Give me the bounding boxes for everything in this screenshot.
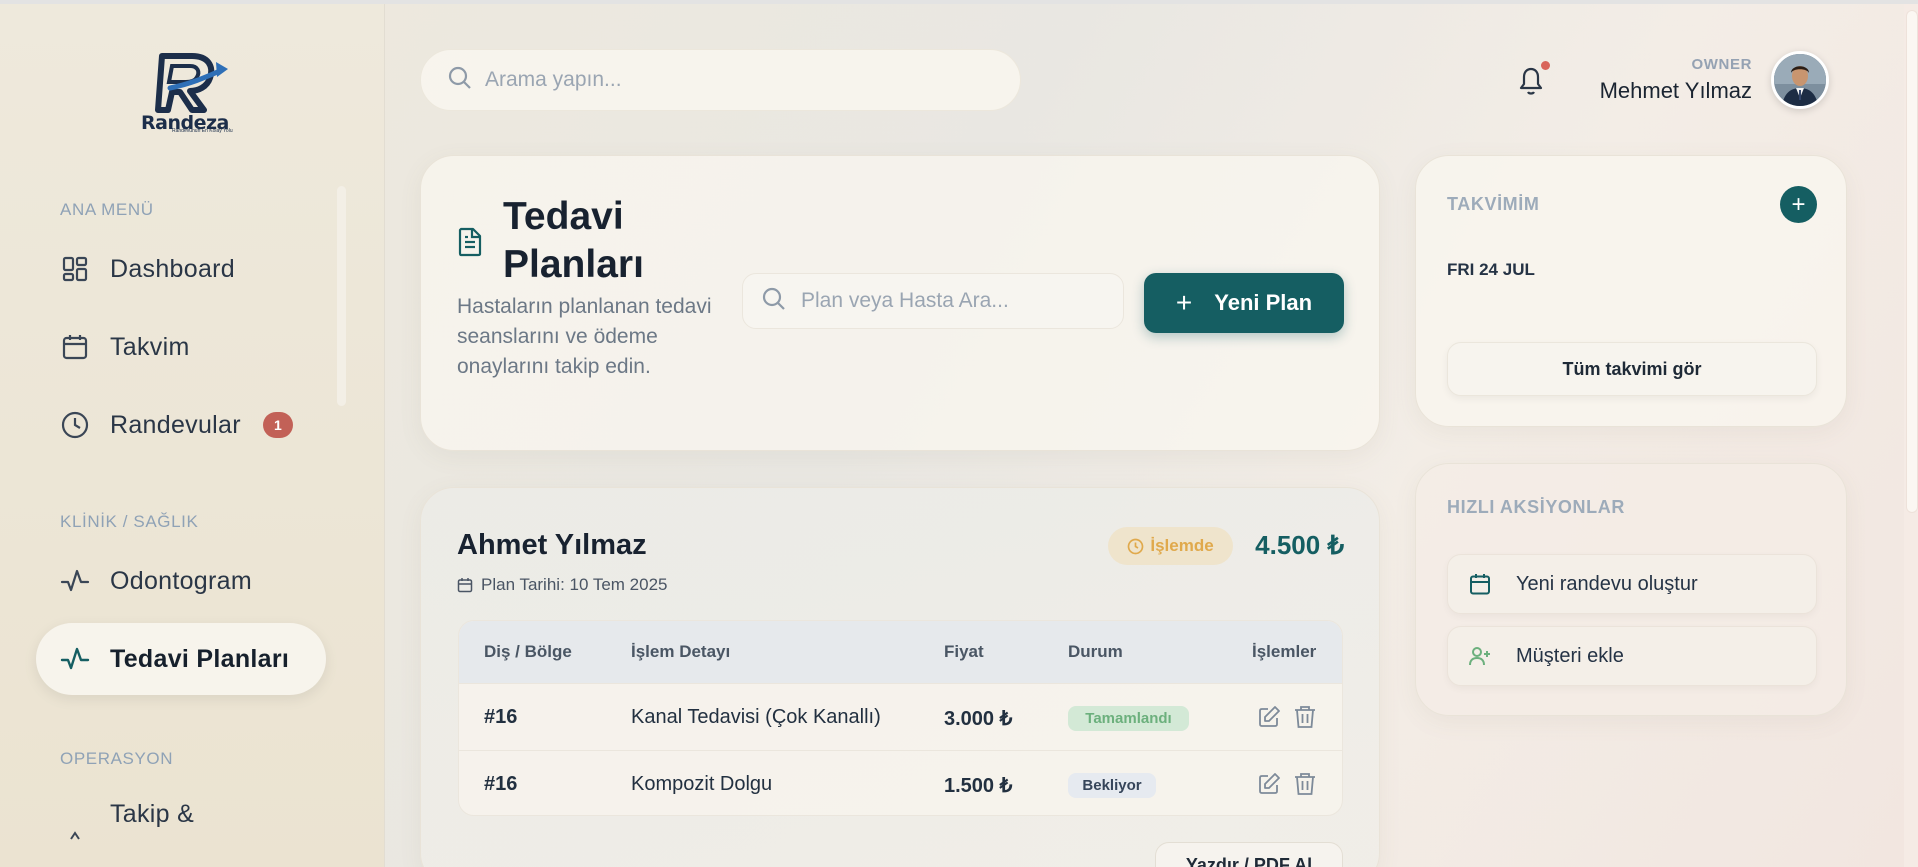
clock-icon [60,410,90,440]
cell-detail: Kanal Tedavisi (Çok Kanallı) [631,706,881,728]
section-label-operations: OPERASYON [60,749,174,768]
status-badge: Tamamlandı [1068,706,1189,731]
appointments-count-badge: 1 [262,412,293,438]
cell-detail: Kompozit Dolgu [631,773,773,795]
section-label-main: ANA MENÜ [60,200,154,219]
notification-dot [1541,61,1550,70]
clock-icon [1127,538,1144,554]
search-icon [761,286,787,317]
calendar-icon [457,578,473,593]
edit-icon[interactable] [1256,771,1282,797]
user-role: OWNER [1691,56,1752,73]
dashboard-icon [60,254,90,284]
new-plan-button[interactable]: + Yeni Plan [1144,273,1344,333]
add-event-button[interactable]: + [1780,186,1817,223]
new-plan-label: Yeni Plan [1214,290,1313,315]
calendar-date: FRI 24 JUL [1447,260,1535,279]
plan-status-badge: İşlemde [1108,527,1233,565]
cell-price: 1.500 ₺ [944,775,1013,797]
sidebar-item-takip[interactable]: Takip & [36,785,326,857]
print-pdf-button[interactable]: Yazdır / PDF Al [1155,842,1343,867]
view-full-calendar-button[interactable]: Tüm takvimi gör [1447,342,1817,396]
table-header: Diş / Bölge İşlem Detayı Fiyat Durum İşl… [459,621,1342,683]
plan-search-input[interactable] [801,289,1123,313]
sidebar-item-label: Odontogram [110,566,252,595]
column-header-tooth: Diş / Bölge [484,642,572,661]
sidebar-item-odontogram[interactable]: Odontogram [36,545,326,617]
plan-search-bar[interactable] [742,273,1124,329]
activity-icon [60,644,90,674]
sidebar-item-tedavi-planlari[interactable]: Tedavi Planları [36,623,326,695]
table-row: #16 Kanal Tedavisi (Çok Kanallı) 3.000 ₺… [459,683,1342,750]
user-name: Mehmet Yılmaz [1599,78,1752,103]
add-customer-button[interactable]: Müşteri ekle [1447,626,1817,686]
global-search-input[interactable] [485,68,1020,92]
brand-tagline: Randevunun En Kolay Yolu [172,128,233,134]
column-header-price: Fiyat [944,642,984,661]
sidebar-item-label: Dashboard [110,254,236,283]
trash-icon[interactable] [1292,704,1318,730]
plus-icon: + [1791,190,1806,218]
section-label-clinic: KLİNİK / SAĞLIK [60,512,199,531]
user-plus-icon [1468,644,1492,668]
quick-actions-title: HIZLI AKSİYONLAR [1447,497,1625,517]
avatar[interactable] [1771,51,1829,109]
page-scrollbar-thumb[interactable] [1906,10,1918,513]
search-icon [447,65,473,96]
sidebar-scrollbar[interactable] [337,186,346,406]
global-search-bar[interactable] [420,49,1021,111]
document-icon [458,227,482,257]
column-header-actions: İşlemler [1252,642,1317,661]
sidebar-item-label: Takvim [110,332,190,361]
plan-status-text: İşlemde [1150,536,1214,555]
new-appointment-button[interactable]: Yeni randevu oluştur [1447,554,1817,614]
sidebar: Randeza Randevunun En Kolay Yolu ANA MEN… [0,4,385,867]
cell-tooth: #16 [484,773,518,795]
edit-icon[interactable] [1256,704,1282,730]
patient-name: Ahmet Yılmaz [457,529,647,561]
treatment-table: Diş / Bölge İşlem Detayı Fiyat Durum İşl… [458,620,1343,816]
sidebar-item-label: Takip & [110,799,195,828]
calendar-icon [60,332,90,362]
sidebar-item-label: Tedavi Planları [110,644,290,673]
cell-tooth: #16 [484,706,518,728]
status-badge: Bekliyor [1068,773,1156,798]
trash-icon[interactable] [1292,771,1318,797]
sidebar-item-dashboard[interactable]: Dashboard [36,233,326,305]
calendar-title: TAKVİMİM [1447,194,1540,214]
quick-action-label: Müşteri ekle [1516,644,1624,667]
column-header-status: Durum [1068,642,1123,661]
sidebar-item-randevular[interactable]: Randevular 1 [36,389,326,461]
activity-icon [60,566,90,596]
page-title: Tedavi Planları [503,195,644,286]
quick-action-label: Yeni randevu oluştur [1516,572,1698,595]
calendar-icon [1468,572,1492,596]
plan-date-text: Plan Tarihi: 10 Tem 2025 [481,575,668,594]
plan-total-amount: 4.500 ₺ [1255,530,1344,560]
plus-icon: + [1175,287,1193,318]
plan-date: Plan Tarihi: 10 Tem 2025 [457,575,668,595]
page-description: Hastaların planlanan tedavi seanslarını … [457,295,712,378]
cell-price: 3.000 ₺ [944,708,1013,730]
chevron-up-icon [60,801,90,841]
table-row: #16 Kompozit Dolgu 1.500 ₺ Bekliyor [459,750,1342,815]
sidebar-item-takvim[interactable]: Takvim [36,311,326,383]
column-header-detail: İşlem Detayı [631,642,731,661]
sidebar-item-label: Randevular [110,410,241,439]
